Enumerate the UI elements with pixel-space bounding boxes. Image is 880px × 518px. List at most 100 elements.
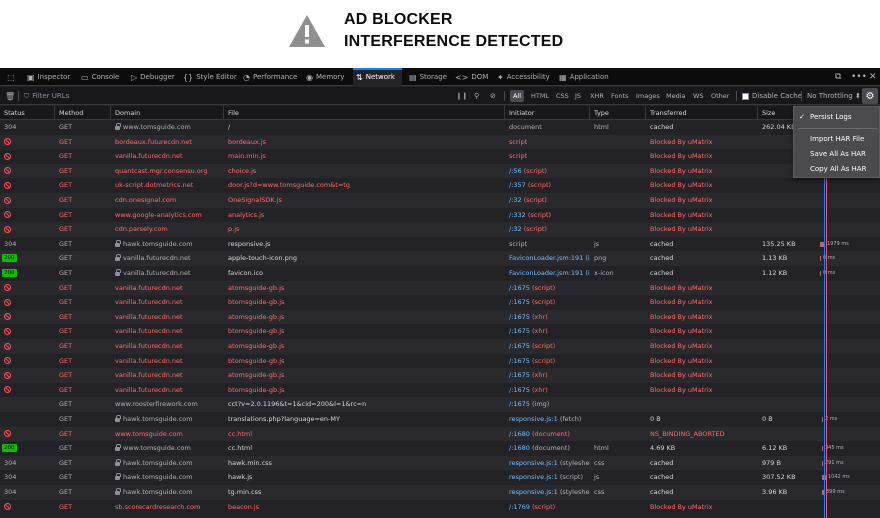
request-row[interactable]: GET vanilla.futurecdn.net atomsguide-gb.js… <box>0 309 880 325</box>
initiator-link[interactable]: responsive.js:1 <box>509 473 558 481</box>
request-row[interactable]: GET vanilla.futurecdn.net atomsguide-gb.js… <box>0 280 880 296</box>
column-status[interactable]: Status <box>0 106 55 120</box>
type-filter-all[interactable]: All <box>510 90 525 102</box>
request-row[interactable]: 304 GET hawk.tomsguide.com hawk.js responsiv… <box>0 470 880 485</box>
more-options-button[interactable]: ••• <box>851 68 867 86</box>
initiator-link[interactable]: /:1680 <box>509 444 530 452</box>
column-initiator[interactable]: Initiator <box>505 106 590 120</box>
block-requests-button[interactable]: ⊘ <box>490 87 496 105</box>
request-row[interactable]: GET hawk.tomsguide.com translations.php?la… <box>0 412 880 427</box>
dock-button[interactable]: ⧉ <box>835 68 841 86</box>
tab-console[interactable]: ▭ Console <box>78 68 122 86</box>
request-row[interactable]: GET www.google-analytics.com analytics.js /… <box>0 207 880 223</box>
request-row[interactable]: GET vanilla.futurecdn.net btomsguide-gb.js… <box>0 324 880 339</box>
column-transferred[interactable]: Transferred <box>646 106 758 120</box>
element-picker-button[interactable]: ⬚ <box>3 68 19 86</box>
initiator-link[interactable]: /:1675 <box>509 284 530 292</box>
initiator-link[interactable]: /:1675 <box>509 313 530 321</box>
initiator-link[interactable]: /:1675 <box>509 327 530 335</box>
request-row[interactable]: GET vanilla.futurecdn.net btomsguide-gb.js… <box>0 295 880 310</box>
request-row[interactable]: 200 GET vanilla.futurecdn.net apple-touch-i… <box>0 251 880 266</box>
type-filter-fonts[interactable]: Fonts <box>608 90 632 102</box>
request-row[interactable]: GET vanilla.futurecdn.net btomsguide-gb.js… <box>0 382 880 398</box>
type-filter-media[interactable]: Media <box>663 90 689 102</box>
request-row[interactable]: 304 GET www.tomsguide.com / document html cach… <box>0 120 880 135</box>
column-domain[interactable]: Domain <box>111 106 224 120</box>
close-devtools-button[interactable]: ✕ <box>869 68 877 86</box>
initiator-link[interactable]: /:1769 <box>509 503 530 511</box>
menu-item-save-har[interactable]: Save All As HAR <box>794 147 880 161</box>
tab-style-editor[interactable]: {} Style Editor <box>180 68 240 86</box>
request-row[interactable]: GET uk-script.dotmetrics.net door.js?d=www… <box>0 178 880 193</box>
clear-log-button[interactable]: 🗑 <box>5 87 15 105</box>
tab-memory[interactable]: ◉ Memory <box>303 68 347 86</box>
cell-type <box>590 324 646 339</box>
tab-debugger[interactable]: ▷ Debugger <box>128 68 178 86</box>
initiator-link[interactable]: responsive.js:1 <box>509 488 558 496</box>
request-row[interactable]: GET vanilla.futurecdn.net atomsguide-gb.js… <box>0 368 880 383</box>
type-filter-other[interactable]: Other <box>708 90 732 102</box>
request-row[interactable]: GET vanilla.futurecdn.net atomsguide-gb.js… <box>0 339 880 354</box>
column-method[interactable]: Method <box>55 106 111 120</box>
column-type[interactable]: Type <box>590 106 646 120</box>
initiator-link[interactable]: responsive.js:1 <box>509 459 558 467</box>
tab-storage[interactable]: ▤ Storage <box>406 68 450 86</box>
initiator-link[interactable]: /:1675 <box>509 400 530 408</box>
initiator-link[interactable]: /:32 <box>509 196 522 204</box>
initiator-link[interactable]: /:1680 <box>509 430 530 438</box>
request-row[interactable]: GET quantcast.mgr.consensu.org choice.js /:… <box>0 163 880 179</box>
initiator-link[interactable]: /:1675 <box>509 386 530 394</box>
request-row[interactable]: GET www.roosterfirework.com cct?v=2.0.1196… <box>0 397 880 412</box>
request-row[interactable]: 304 GET hawk.tomsguide.com tg.min.css respon… <box>0 485 880 500</box>
cell-initiator: script <box>505 135 590 150</box>
initiator-link[interactable]: /:332 <box>509 211 526 219</box>
request-row[interactable]: GET vanilla.futurecdn.net btomsguide-gb.js… <box>0 353 880 369</box>
column-file[interactable]: File <box>224 106 505 120</box>
initiator-link[interactable]: /:357 <box>509 181 526 189</box>
request-row[interactable]: 200 GET www.tomsguide.com cc.html /:1680 (do… <box>0 441 880 456</box>
request-row[interactable]: 304 GET hawk.tomsguide.com hawk.min.css resp… <box>0 455 880 471</box>
request-row[interactable]: GET www.tomsguide.com cc.html /:1680 (docum… <box>0 426 880 442</box>
menu-item-persist-logs[interactable]: ✓ Persist Logs <box>794 110 880 124</box>
tab-application[interactable]: ▦ Application <box>556 68 612 86</box>
type-filter-xhr[interactable]: XHR <box>587 90 607 102</box>
request-row[interactable]: 200 GET vanilla.futurecdn.net favicon.ico Fa… <box>0 266 880 281</box>
initiator-link[interactable]: responsive.js:1 <box>509 415 558 423</box>
network-settings-button[interactable]: ⚙ <box>862 88 878 104</box>
request-row[interactable]: GET cdn.parsely.com p.js /:32 (script) Block… <box>0 222 880 237</box>
initiator-cause: (script) <box>529 342 556 350</box>
tab-inspector[interactable]: ▣ Inspector <box>24 68 73 86</box>
waterfall-bar <box>820 256 821 262</box>
initiator-link[interactable]: FaviconLoader.jsm:191 (i... <box>509 254 590 262</box>
pause-button[interactable]: ❙❙ <box>456 87 468 105</box>
menu-item-copy-har[interactable]: Copy All As HAR <box>794 162 880 176</box>
disable-cache-checkbox[interactable]: Disable Cache <box>742 87 802 105</box>
search-button[interactable]: ⚲ <box>474 87 479 105</box>
initiator-link[interactable]: FaviconLoader.jsm:191 (i... <box>509 269 590 277</box>
initiator-link[interactable]: /:1675 <box>509 371 530 379</box>
menu-item-import-har[interactable]: Import HAR File <box>794 132 880 146</box>
initiator-cause: (script) <box>521 196 547 204</box>
tab-performance[interactable]: ◔ Performance <box>240 68 300 86</box>
type-filter-css[interactable]: CSS <box>553 90 572 102</box>
request-row[interactable]: GET vanilla.futurecdn.net main.min.js scrip… <box>0 149 880 164</box>
initiator-link[interactable]: /:1675 <box>509 342 530 350</box>
tab-accessibility[interactable]: ✦ Accessibility <box>494 68 553 86</box>
request-row[interactable]: 304 GET hawk.tomsguide.com responsive.js scr… <box>0 236 880 252</box>
tab-dom[interactable]: <> DOM <box>452 68 491 86</box>
waterfall-timing: 1979 ms <box>827 240 849 247</box>
tab-network[interactable]: ⇅ Network <box>353 68 402 86</box>
initiator-link[interactable]: /:1675 <box>509 357 530 365</box>
request-row[interactable]: GET cdn.onesignal.com OneSignalSDK.js /:32 … <box>0 193 880 208</box>
type-filter-html[interactable]: HTML <box>528 90 552 102</box>
request-row[interactable]: GET bordeaux.futurecdn.net bordeaux.js scri… <box>0 134 880 150</box>
initiator-link[interactable]: /:1675 <box>509 298 530 306</box>
initiator-link[interactable]: /:32 <box>509 225 522 233</box>
throttling-select[interactable]: No Throttling ⬍ <box>807 87 861 105</box>
filter-urls-input[interactable]: ⛉ Filter URLs <box>24 87 444 105</box>
type-filter-js[interactable]: JS <box>572 90 584 102</box>
type-filter-ws[interactable]: WS <box>690 90 707 102</box>
type-filter-images[interactable]: Images <box>633 90 663 102</box>
request-row[interactable]: GET sb.scorecardresearch.com beacon.js /:17… <box>0 499 880 515</box>
initiator-link[interactable]: /:56 <box>509 167 522 175</box>
